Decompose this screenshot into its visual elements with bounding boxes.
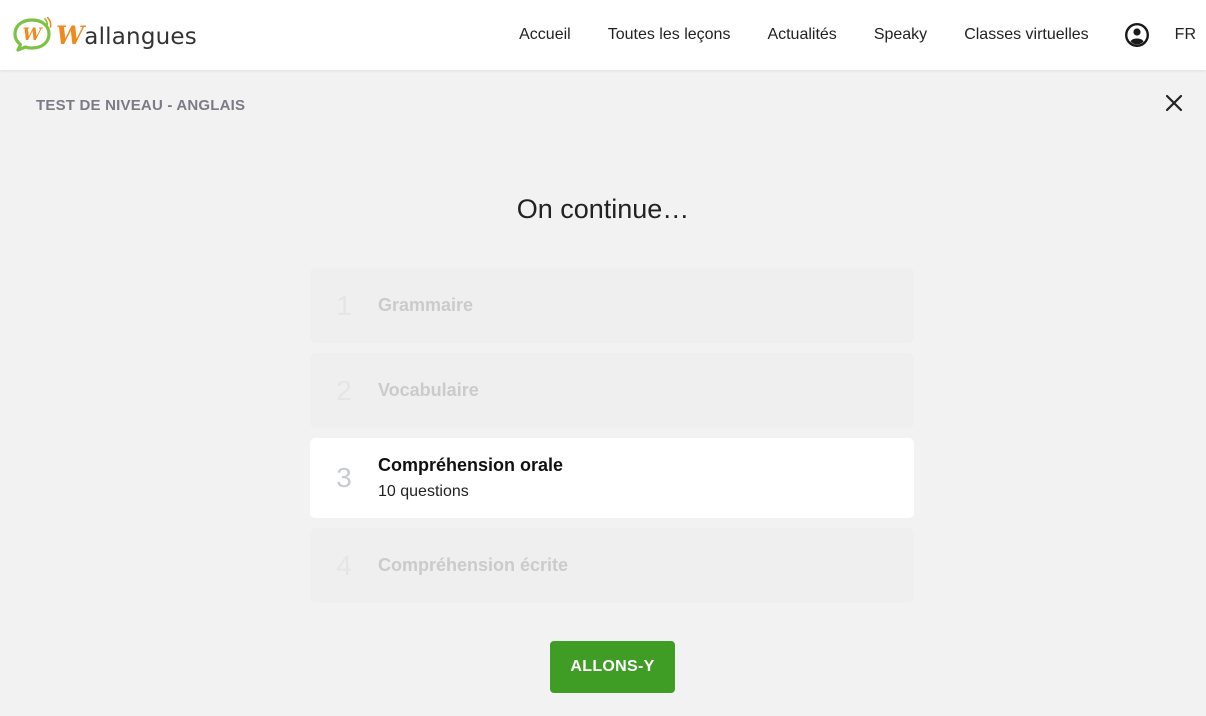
page-heading: On continue… [516, 194, 690, 224]
test-title: TEST DE NIVEAU - ANGLAIS [36, 97, 246, 114]
speech-bubble-logo-icon: W [13, 17, 52, 52]
brand-name-rest: allangues [84, 23, 197, 50]
nav-item-speaky[interactable]: Speaky [874, 26, 927, 44]
brand-name: Wallangues [56, 21, 197, 50]
step-label: Grammaire [378, 295, 474, 315]
step-question-count: 10 questions [378, 483, 469, 500]
nav-item-classes-virtuelles[interactable]: Classes virtuelles [964, 26, 1088, 44]
step-number: 4 [336, 549, 352, 581]
brand-initial: W [56, 20, 85, 50]
main-nav: Accueil Toutes les leçons Actualités Spe… [519, 0, 1196, 70]
nav-item-actualites[interactable]: Actualités [767, 26, 836, 44]
close-icon[interactable] [1164, 93, 1184, 113]
nav-item-accueil[interactable]: Accueil [519, 26, 571, 44]
top-navigation-bar: W Wallangues Accueil Toutes les leçons A… [0, 0, 1206, 70]
step-number: 2 [336, 374, 352, 406]
test-steps-list: 1 Grammaire 2 Vocabulaire 3 Compréhensio… [310, 268, 914, 613]
step-comprehension-ecrite: 4 Compréhension écrite [310, 528, 914, 603]
step-label: Compréhension écrite [378, 555, 569, 575]
user-circle-icon[interactable] [1124, 22, 1150, 48]
brand-logo[interactable]: W Wallangues [12, 17, 197, 53]
step-label: Compréhension orale [378, 455, 564, 475]
allons-y-button[interactable]: ALLONS-Y [550, 641, 675, 693]
language-selector[interactable]: FR [1175, 26, 1196, 44]
step-vocabulaire: 2 Vocabulaire [310, 353, 914, 428]
nav-item-toutes-les-lecons[interactable]: Toutes les leçons [608, 26, 731, 44]
logo-letter-mark: W [22, 25, 43, 45]
step-label: Vocabulaire [378, 380, 479, 400]
step-grammaire: 1 Grammaire [310, 268, 914, 343]
step-number: 1 [336, 289, 352, 321]
step-comprehension-orale-active: 3 Compréhension orale 10 questions [310, 438, 914, 518]
step-number: 3 [336, 462, 352, 493]
